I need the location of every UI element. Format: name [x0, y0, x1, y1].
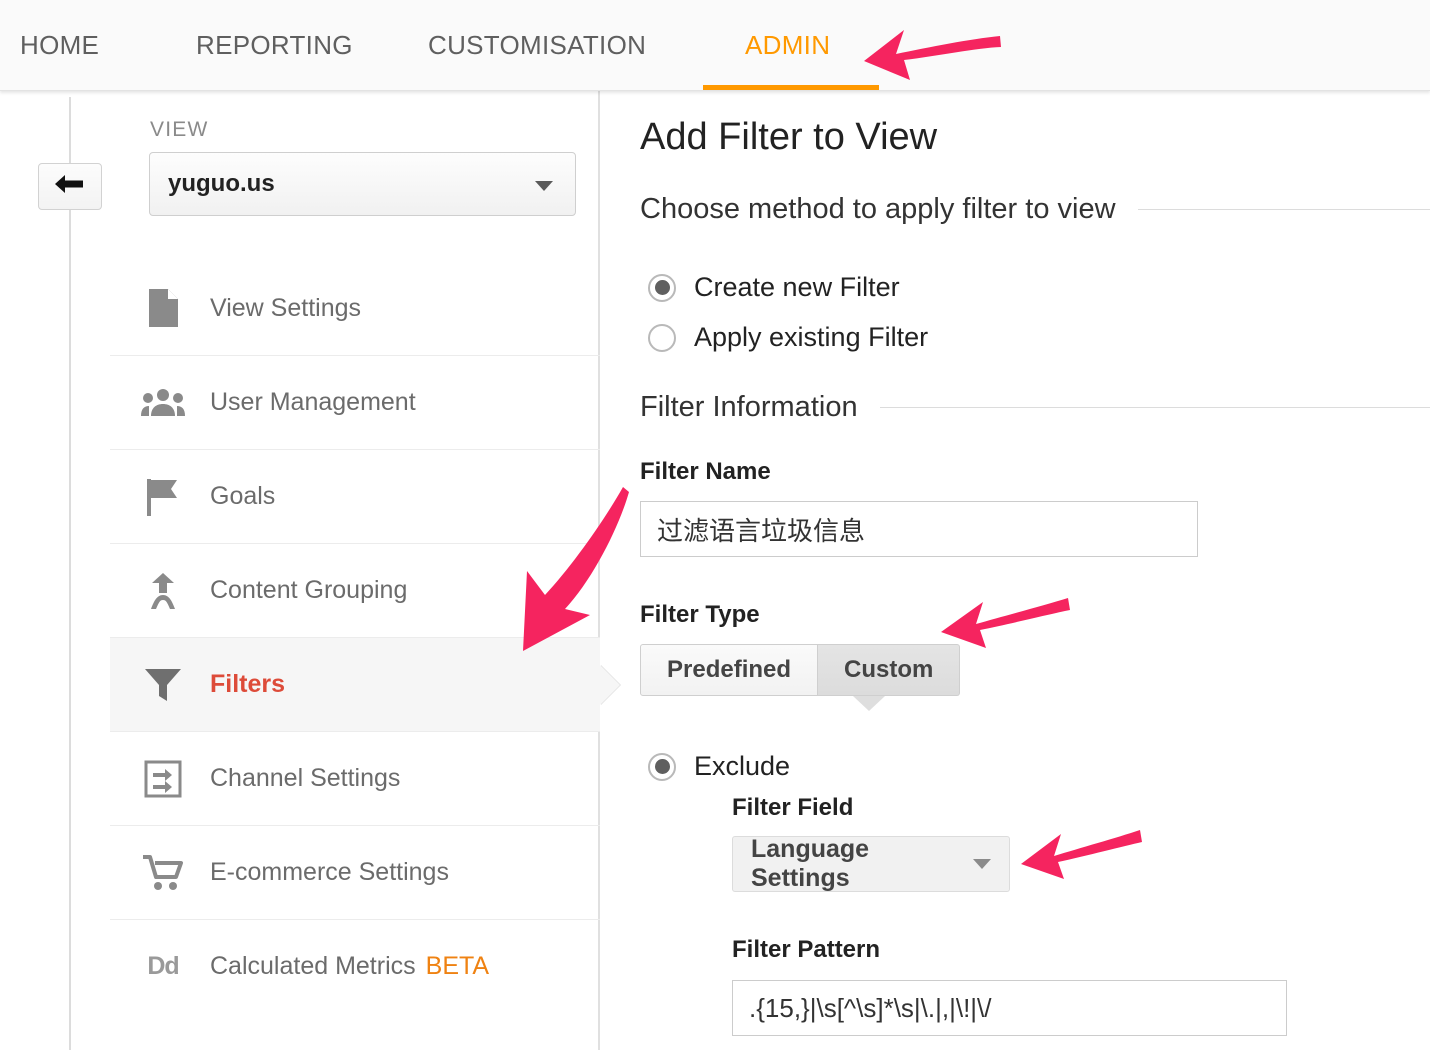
radio-indicator — [648, 752, 676, 781]
sidebar-item-label: E-commerce Settings — [210, 858, 449, 886]
sidebar-item-channel-settings[interactable]: Channel Settings — [110, 731, 600, 825]
chevron-down-icon — [535, 181, 553, 191]
sidebar-item-e-commerce-settings[interactable]: E-commerce Settings — [110, 825, 600, 919]
shopping-cart-icon — [138, 854, 188, 892]
people-icon — [138, 388, 188, 418]
nav-tab-customisation[interactable]: CUSTOMISATION — [428, 0, 646, 91]
sidebar-item-label: Content Grouping — [210, 576, 408, 604]
funnel-icon — [138, 665, 188, 705]
chevron-down-icon — [973, 859, 991, 869]
top-nav-items: HOME REPORTING CUSTOMISATION ADMIN — [0, 0, 1430, 91]
sidebar-item-view-settings[interactable]: View Settings — [110, 261, 600, 355]
top-navigation-bar: HOME REPORTING CUSTOMISATION ADMIN — [0, 0, 1430, 91]
radio-indicator — [648, 273, 676, 302]
selected-row-pointer — [600, 664, 620, 705]
choose-method-section-header: Choose method to apply filter to view — [640, 193, 1430, 226]
channel-settings-icon — [138, 760, 188, 798]
filter-name-input[interactable] — [640, 501, 1198, 557]
sidebar-item-label: Calculated Metrics — [210, 952, 416, 980]
filter-type-custom-button[interactable]: Custom — [818, 644, 961, 696]
sidebar-item-label: Channel Settings — [210, 764, 401, 792]
sidebar-item-goals[interactable]: Goals — [110, 449, 600, 543]
filter-field-value: Language Settings — [751, 835, 870, 892]
section-divider-rule — [1137, 209, 1430, 210]
filter-information-heading: Filter Information — [640, 391, 858, 423]
admin-sidebar: VIEW yuguo.us View Settings User Manageme… — [110, 91, 620, 1050]
sidebar-item-label: Goals — [210, 482, 276, 510]
nav-tab-admin[interactable]: ADMIN — [745, 0, 830, 91]
radio-apply-existing-filter[interactable]: Apply existing Filter — [648, 322, 928, 353]
radio-label: Apply existing Filter — [694, 322, 929, 352]
choose-method-heading: Choose method to apply filter to view — [640, 193, 1116, 225]
filter-field-label: Filter Field — [732, 794, 854, 821]
view-select-value: yuguo.us — [168, 170, 275, 197]
main-panel: Add Filter to View Choose method to appl… — [640, 91, 1430, 1050]
filter-pattern-input[interactable] — [732, 980, 1287, 1036]
filter-type-segmented-control: Predefined Custom — [640, 644, 961, 696]
document-icon — [138, 288, 188, 328]
sidebar-item-label: User Management — [210, 388, 416, 416]
radio-exclude[interactable]: Exclude — [648, 751, 790, 782]
filter-type-predefined-button[interactable]: Predefined — [640, 644, 819, 696]
dd-icon: Dd — [147, 952, 179, 980]
filter-pattern-label: Filter Pattern — [732, 936, 881, 963]
section-divider-rule — [879, 407, 1430, 408]
page-title: Add Filter to View — [640, 116, 938, 158]
sidebar-item-label: Filters — [210, 670, 286, 698]
radio-create-new-filter[interactable]: Create new Filter — [648, 272, 900, 303]
sidebar-item-user-management[interactable]: User Management — [110, 355, 600, 449]
segmented-active-pointer — [853, 696, 885, 711]
flag-icon — [138, 477, 188, 517]
radio-label: Exclude — [694, 751, 791, 781]
sidebar-item-calculated-metrics[interactable]: Dd Calculated Metrics BETA — [110, 919, 600, 1013]
filter-information-section-header: Filter Information — [640, 391, 1430, 424]
active-tab-underline — [703, 85, 879, 90]
rail-divider — [69, 97, 71, 1050]
sidebar-nav-list: View Settings User Management Goals Content… — [110, 261, 620, 1013]
sidebar-item-filters[interactable]: Filters — [110, 637, 620, 731]
view-section-label: VIEW — [150, 118, 209, 141]
nav-tab-reporting[interactable]: REPORTING — [196, 0, 353, 91]
content-grouping-icon — [138, 571, 188, 611]
back-button[interactable] — [38, 163, 102, 210]
sidebar-item-content-grouping[interactable]: Content Grouping — [110, 543, 600, 637]
filter-type-label: Filter Type — [640, 601, 760, 628]
back-arrow-icon — [53, 173, 87, 200]
app-root: HOME REPORTING CUSTOMISATION ADMIN VIEW yug… — [0, 0, 1430, 1050]
sidebar-item-label: View Settings — [210, 293, 362, 322]
radio-indicator — [648, 323, 676, 352]
beta-badge: BETA — [425, 952, 490, 980]
filter-name-label: Filter Name — [640, 458, 771, 485]
view-select-dropdown[interactable]: yuguo.us — [149, 152, 576, 216]
filter-field-dropdown[interactable]: Language Settings — [732, 835, 1010, 892]
radio-label: Create new Filter — [694, 272, 900, 302]
nav-tab-home[interactable]: HOME — [20, 0, 99, 91]
